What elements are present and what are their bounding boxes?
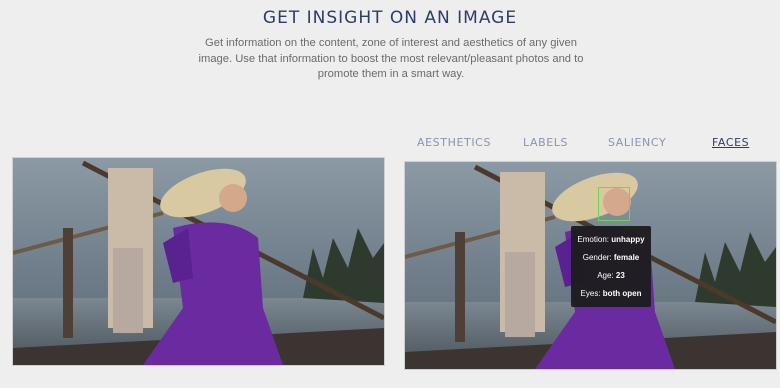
faces-photo: Emotion: unhappy Gender: female Age: 23 … — [404, 161, 777, 370]
age-value: 23 — [615, 271, 625, 280]
eyes-row: Eyes: both open — [571, 289, 651, 299]
emotion-row: Emotion: unhappy — [571, 235, 651, 245]
tab-aesthetics[interactable]: AESTHETICS — [417, 136, 491, 149]
emotion-label: Emotion: — [577, 235, 609, 244]
page-description: Get information on the content, zone of … — [198, 37, 584, 80]
tab-faces[interactable]: FACES — [712, 136, 749, 149]
eyes-label: Eyes: — [580, 289, 601, 298]
analysis-tabs: AESTHETICS LABELS SALIENCY FACES — [405, 136, 777, 152]
page-title: GET INSIGHT ON AN IMAGE — [262, 8, 518, 28]
gender-row: Gender: female — [571, 253, 651, 263]
age-label: Age: — [597, 271, 614, 280]
eyes-value: both open — [602, 289, 642, 298]
face-detection-box[interactable] — [598, 187, 630, 221]
tab-labels[interactable]: LABELS — [523, 136, 568, 149]
gender-label: Gender: — [582, 253, 612, 262]
emotion-value: unhappy — [611, 235, 645, 244]
original-photo — [12, 157, 385, 366]
tab-saliency[interactable]: SALIENCY — [608, 136, 666, 149]
face-info-tooltip: Emotion: unhappy Gender: female Age: 23 … — [571, 226, 651, 307]
age-row: Age: 23 — [571, 271, 651, 281]
gender-value: female — [613, 253, 640, 262]
